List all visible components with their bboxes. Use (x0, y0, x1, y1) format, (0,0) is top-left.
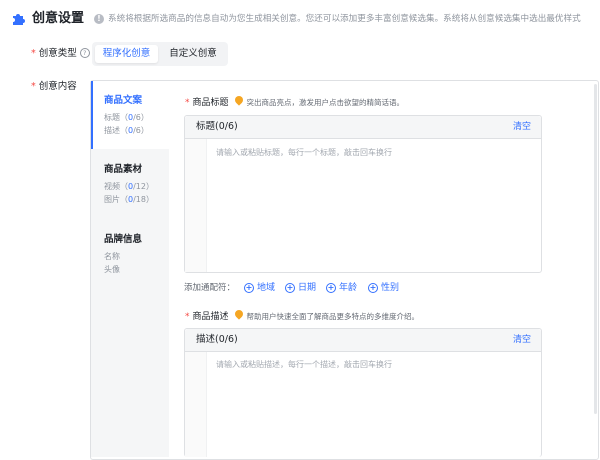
creative-type-segmented: 程序化创意 自定义创意 (92, 42, 228, 66)
required-mark: * (31, 81, 36, 92)
required-mark: * (185, 98, 190, 108)
wildcard-gender-button[interactable]: + 性别 (368, 280, 399, 293)
line-gutter (185, 139, 207, 272)
nav-item-product-material[interactable]: 商品素材 (104, 164, 142, 176)
wildcard-date-button[interactable]: + 日期 (285, 280, 316, 293)
nav-sub-video-count: 视频（0/12） (104, 182, 154, 191)
required-mark: * (31, 48, 36, 59)
desc-count: 描述(0/6) (196, 334, 238, 345)
option-custom[interactable]: 自定义创意 (162, 45, 224, 63)
tip-pin-icon (232, 94, 245, 106)
creative-type-label: * 创意类型? (31, 48, 90, 60)
nav-item-product-copy[interactable]: 商品文案 (104, 95, 142, 107)
title-placeholder: 请输入或粘贴标题，每行一个标题，敲击回车换行 (216, 148, 392, 157)
header-description: 系统将根据所选商品的信息自动为您生成相关创意。您还可以添加更多丰富创意候选集。系… (108, 14, 581, 24)
plus-circle-icon: + (326, 283, 336, 293)
title-textarea[interactable]: 标题(0/6) 清空 请输入或粘贴标题，每行一个标题，敲击回车换行 (184, 115, 542, 273)
nav-sub-desc-count: 描述（0/6） (104, 126, 149, 135)
creative-content-label: * 创意内容 (31, 81, 77, 92)
info-icon: ! (94, 14, 104, 24)
nav-sub-title-count: 标题（0/6） (104, 113, 149, 122)
help-icon[interactable]: ? (79, 48, 90, 58)
product-desc-label: * 商品描述 帮助用户快速全面了解商品更多特点的多维度介绍。 (185, 308, 419, 323)
desc-textarea[interactable]: 描述(0/6) 清空 请输入或粘贴描述，每行一个描述，敲击回车换行 (184, 328, 542, 457)
wildcard-region-button[interactable]: + 地域 (244, 280, 275, 293)
nav-sub-image-count: 图片（0/18） (104, 195, 154, 204)
desc-textarea-header: 描述(0/6) 清空 (185, 329, 541, 352)
line-gutter (185, 352, 207, 457)
nav-sub-brand-avatar: 头像 (104, 265, 120, 274)
nav-sub-brand-name: 名称 (104, 252, 120, 261)
scrollbar[interactable] (594, 84, 597, 414)
plus-circle-icon: + (244, 283, 254, 293)
product-title-label: * 商品标题 突出商品亮点，激发用户点击欲望的精简话语。 (185, 94, 404, 109)
desc-placeholder: 请输入或粘贴描述，每行一个描述，敲击回车换行 (216, 360, 392, 369)
nav-item-brand-info[interactable]: 品牌信息 (104, 234, 142, 246)
required-mark: * (185, 312, 190, 322)
wildcard-age-button[interactable]: + 年龄 (326, 280, 357, 293)
plus-circle-icon: + (285, 283, 295, 293)
option-programmatic[interactable]: 程序化创意 (95, 45, 158, 63)
page-title: 创意设置 (32, 11, 85, 26)
puzzle-icon (13, 14, 25, 25)
title-textarea-header: 标题(0/6) 清空 (185, 116, 541, 139)
title-count: 标题(0/6) (196, 121, 238, 132)
tip-pin-icon (232, 308, 245, 320)
wildcard-label: 添加通配符： (184, 283, 236, 293)
plus-circle-icon: + (368, 283, 378, 293)
desc-clear-button[interactable]: 清空 (513, 334, 531, 346)
title-clear-button[interactable]: 清空 (513, 121, 531, 133)
